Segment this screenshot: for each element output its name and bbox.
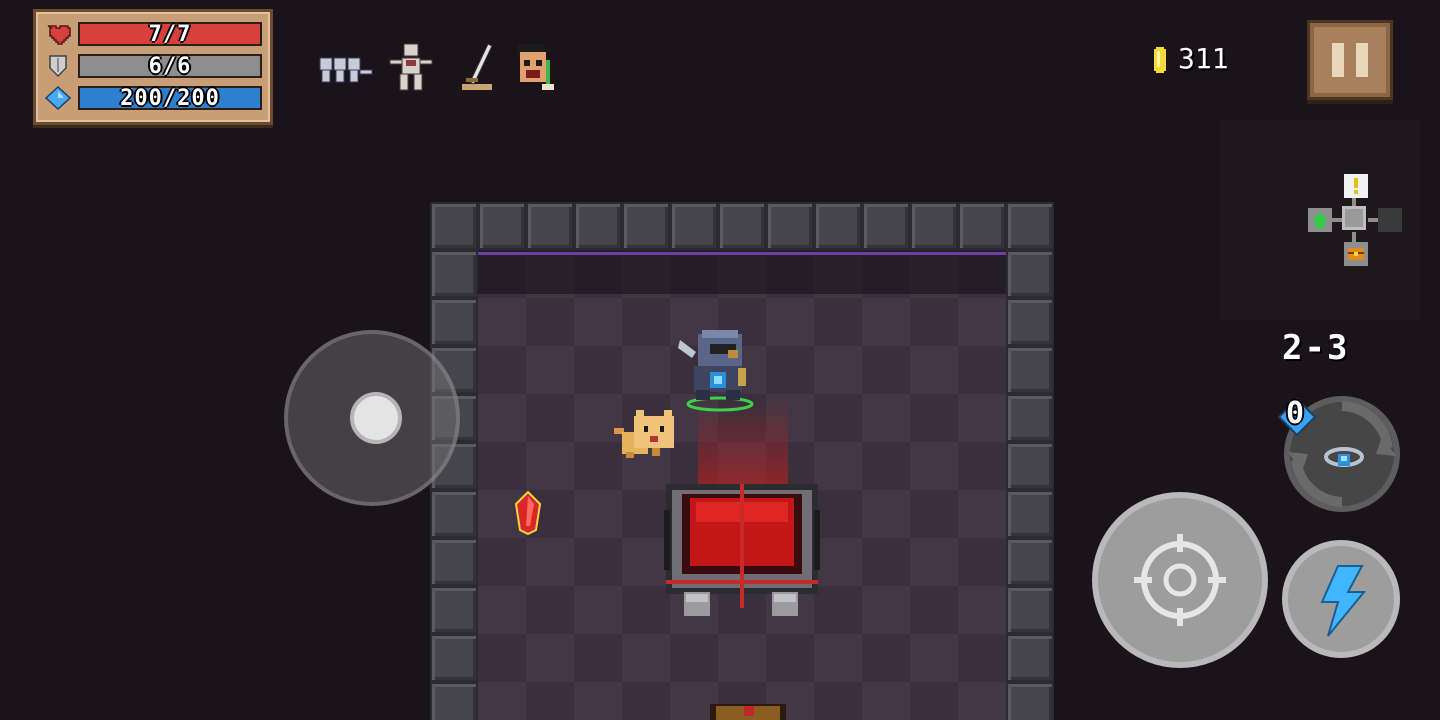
wall-tile	[670, 202, 718, 250]
pause-bar-left	[1332, 43, 1344, 77]
warrior-face-icon	[518, 44, 554, 90]
energy-bar: 200/200	[78, 86, 262, 111]
cat-pet	[614, 410, 674, 458]
crosshair-icon	[1134, 534, 1226, 626]
gold-count: 311	[1178, 42, 1229, 75]
wall-shadow	[478, 250, 1006, 294]
wall-tile	[1006, 394, 1054, 442]
chest-room-icon	[1344, 242, 1368, 266]
wall-tile	[910, 202, 958, 250]
sword-in-stone-icon	[462, 43, 493, 90]
red-energy-crystal[interactable]	[514, 490, 542, 536]
level-label: 2-3	[1282, 328, 1350, 368]
skeleton-trio-icon	[319, 57, 373, 83]
wall-tile	[1006, 346, 1054, 394]
energy-text: 200/200	[120, 86, 220, 111]
heart-icon	[47, 25, 71, 45]
wall-tile	[430, 298, 478, 346]
wall-tile	[958, 202, 1006, 250]
wall-tile	[1006, 586, 1054, 634]
status-panel: 7/7 6/6 200/200	[33, 9, 273, 125]
armor-row: 6/6	[42, 52, 266, 80]
current-room-icon	[1342, 206, 1366, 230]
wall-tile	[430, 586, 478, 634]
wall-tile	[814, 202, 862, 250]
wall-tile	[478, 202, 526, 250]
energy-row: 200/200	[42, 84, 266, 112]
wall-tile	[430, 538, 478, 586]
red-treasure-chest[interactable]	[660, 480, 824, 622]
shield-icon	[49, 55, 67, 78]
wall-tile	[430, 490, 478, 538]
unexplored-room-icon	[1378, 208, 1402, 232]
hp-bar: 7/7	[78, 22, 262, 47]
wall-tile	[1006, 298, 1054, 346]
skeleton-dancer-icon	[389, 43, 433, 91]
weapon-bracelet-icon	[1324, 447, 1364, 467]
exclamation-room-icon	[1344, 174, 1368, 198]
wall-tile	[1006, 538, 1054, 586]
armor-text: 6/6	[148, 54, 192, 79]
wall-tile	[622, 202, 670, 250]
wall-tile	[430, 250, 478, 298]
wall-tile	[526, 202, 574, 250]
attack-button[interactable]	[1092, 492, 1268, 668]
wall-tile	[430, 682, 478, 720]
hp-row: 7/7	[42, 20, 266, 48]
movement-joystick[interactable]	[284, 330, 460, 506]
knight-character	[678, 330, 754, 412]
wall-tile	[1006, 490, 1054, 538]
minimap[interactable]	[1220, 120, 1420, 320]
wall-tile	[862, 202, 910, 250]
wall-tile	[766, 202, 814, 250]
armor-bar: 6/6	[78, 54, 262, 79]
lightning-icon	[1320, 565, 1367, 637]
bottom-chest-partial	[710, 704, 786, 720]
wall-tile	[1006, 250, 1054, 298]
pause-button[interactable]	[1307, 20, 1393, 100]
game-screen: 7/7 6/6 200/200 311 2-3 0	[0, 0, 1440, 720]
wall-tile	[1006, 202, 1054, 250]
wall-tile	[1006, 682, 1054, 720]
skill-button[interactable]	[1282, 540, 1400, 658]
wall-tile	[430, 634, 478, 682]
energy-diamond-icon	[44, 86, 72, 110]
room-wall-trim	[478, 252, 1006, 255]
wall-tile	[1006, 442, 1054, 490]
gold-coin-icon	[1154, 47, 1166, 73]
start-room-icon	[1308, 208, 1332, 232]
weapon-energy-cost: 0	[1286, 396, 1305, 431]
wall-tile	[430, 202, 478, 250]
wall-tile	[574, 202, 622, 250]
pause-bar-right	[1356, 43, 1368, 77]
joystick-knob[interactable]	[350, 392, 402, 444]
wall-tile	[718, 202, 766, 250]
hp-text: 7/7	[148, 22, 192, 47]
wall-tile	[1006, 634, 1054, 682]
chest-beam	[698, 400, 788, 490]
